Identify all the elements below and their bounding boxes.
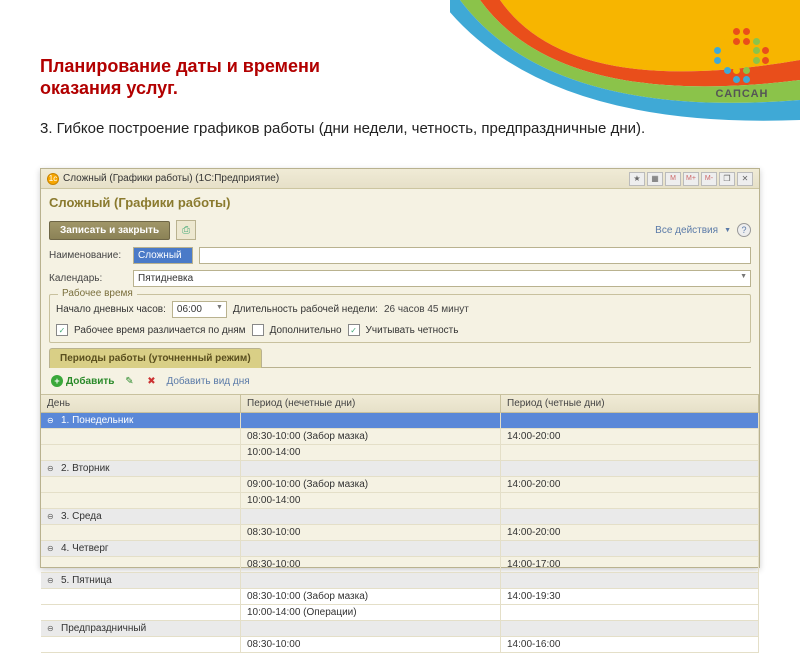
delete-icon[interactable]: ✖ (144, 374, 158, 388)
favorite-icon[interactable]: ★ (629, 172, 645, 186)
table-day-row[interactable]: ⊖1. Понедельник (41, 413, 759, 429)
all-actions-link[interactable]: Все действия (655, 225, 718, 236)
calendar-label: Календарь: (49, 273, 127, 284)
col-day: День (41, 395, 241, 412)
slide-subtitle: 3. Гибкое построение графиков работы (дн… (40, 118, 740, 139)
help-icon[interactable]: ? (737, 223, 751, 237)
name-input[interactable]: Сложный (133, 247, 193, 264)
parity-label: Учитывать четность (366, 325, 459, 336)
edit-icon[interactable]: ✎ (122, 374, 136, 388)
start-time-input[interactable]: 06:00 (172, 301, 227, 318)
table-row[interactable]: 08:30-10:0014:00-17:00 (41, 557, 759, 573)
table-day-row[interactable]: ⊖Предпраздничный (41, 621, 759, 637)
m-minus-icon[interactable]: M (665, 172, 681, 186)
app-window: 1c Сложный (Графики работы) (1С:Предприя… (40, 168, 760, 568)
schedule-table: День Период (нечетные дни) Период (четны… (41, 394, 759, 653)
table-day-row[interactable]: ⊖4. Четверг (41, 541, 759, 557)
name-label: Наименование: (49, 250, 127, 261)
table-day-row[interactable]: ⊖3. Среда (41, 509, 759, 525)
window-control-icon[interactable]: ❐ (719, 172, 735, 186)
save-close-button[interactable]: Записать и закрыть (49, 221, 170, 240)
titlebar-text: Сложный (Графики работы) (1С:Предприятие… (63, 173, 279, 184)
diff-by-days-checkbox[interactable]: ✓ (56, 324, 68, 336)
app-icon: 1c (47, 173, 59, 185)
table-row[interactable]: 08:30-10:0014:00-20:00 (41, 525, 759, 541)
table-row[interactable]: 09:00-10:00 (Забор мазка)14:00-20:00 (41, 477, 759, 493)
parity-checkbox[interactable]: ✓ (348, 324, 360, 336)
additional-label: Дополнительно (270, 325, 342, 336)
table-row[interactable]: 08:30-10:00 (Забор мазка)14:00-19:30 (41, 589, 759, 605)
add-daytype-link[interactable]: Добавить вид дня (166, 376, 249, 387)
additional-checkbox[interactable] (252, 324, 264, 336)
table-row[interactable]: 08:30-10:0014:00-16:00 (41, 637, 759, 653)
duration-label: Длительность рабочей недели: (233, 304, 378, 315)
col-even: Период (четные дни) (501, 395, 759, 412)
titlebar: 1c Сложный (Графики работы) (1С:Предприя… (41, 169, 759, 189)
table-row[interactable]: 10:00-14:00 (41, 445, 759, 461)
add-button[interactable]: +Добавить (51, 375, 114, 387)
table-row[interactable]: 08:30-10:00 (Забор мазка)14:00-20:00 (41, 429, 759, 445)
m-icon[interactable]: M+ (683, 172, 699, 186)
worktime-fieldset: Рабочее время Начало дневных часов: 06:0… (49, 294, 751, 343)
m-plus-icon[interactable]: M- (701, 172, 717, 186)
table-day-row[interactable]: ⊖2. Вторник (41, 461, 759, 477)
calc-icon[interactable]: ▦ (647, 172, 663, 186)
slide-title: Планирование даты и времени оказания усл… (40, 56, 360, 99)
brand-name: САПСАН (714, 88, 770, 100)
table-row[interactable]: 10:00-14:00 (Операции) (41, 605, 759, 621)
start-label: Начало дневных часов: (56, 304, 166, 315)
name-input-ext[interactable] (199, 247, 751, 264)
tab-periods[interactable]: Периоды работы (уточненный режим) (49, 348, 262, 368)
brand-logo: САПСАН (714, 28, 770, 100)
col-odd: Период (нечетные дни) (241, 395, 501, 412)
duration-value: 26 часов 45 минут (384, 304, 469, 315)
close-icon[interactable]: ✕ (737, 172, 753, 186)
calendar-select[interactable]: Пятидневка (133, 270, 751, 287)
worktime-legend: Рабочее время (58, 288, 137, 299)
save-button[interactable]: ⎙ (176, 220, 196, 240)
table-day-row[interactable]: ⊖5. Пятница (41, 573, 759, 589)
window-header: Сложный (Графики работы) (41, 189, 759, 216)
diff-by-days-label: Рабочее время различается по дням (74, 325, 246, 336)
table-row[interactable]: 10:00-14:00 (41, 493, 759, 509)
